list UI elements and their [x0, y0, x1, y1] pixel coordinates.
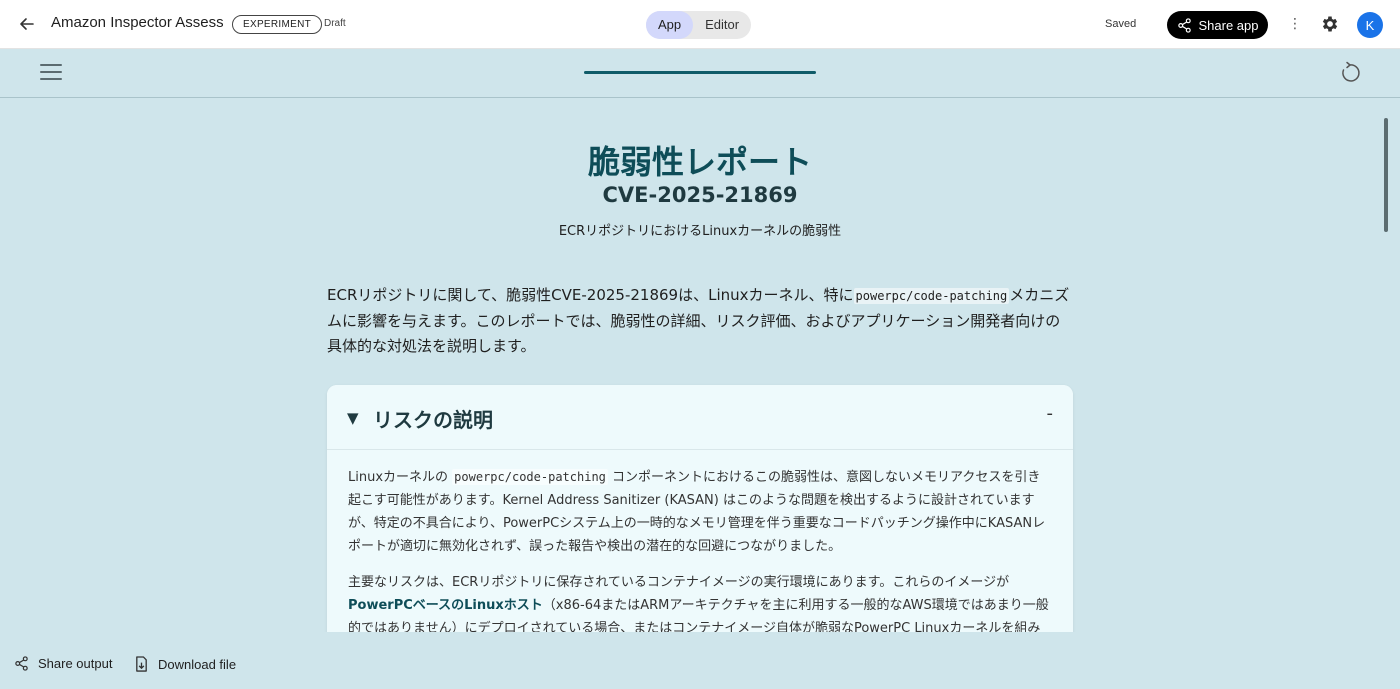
share-app-label: Share app [1198, 17, 1259, 33]
risk-section-header[interactable]: ▼ リスクの説明 - [327, 385, 1073, 450]
app-title: Amazon Inspector Assess [51, 14, 223, 31]
risk-paragraph-1: Linuxカーネルの powerpc/code-patching コンポーネント… [348, 466, 1052, 558]
download-file-icon [136, 656, 147, 672]
view-toggle: App Editor [646, 11, 752, 39]
more-vert-icon[interactable]: ⋮ [1286, 13, 1304, 35]
bottom-bar: Share output Download file [0, 632, 1400, 689]
reload-icon[interactable] [1338, 61, 1362, 85]
risk-p1-code: powerpc/code-patching [452, 469, 608, 485]
report-content[interactable]: 脆弱性レポート CVE-2025-21869 ECRリポジトリにおけるLinux… [0, 99, 1400, 632]
risk-p2-before: 主要なリスクは、ECRリポジトリに保存されているコンテナイメージの実行環境にあり… [348, 575, 1010, 590]
collapse-button[interactable]: - [1047, 403, 1054, 424]
risk-paragraph-2: 主要なリスクは、ECRリポジトリに保存されているコンテナイメージの実行環境にあり… [348, 571, 1052, 632]
tab-editor[interactable]: Editor [693, 11, 751, 39]
intro-paragraph: ECRリポジトリに関して、脆弱性CVE-2025-21869は、Linuxカーネ… [327, 283, 1075, 359]
download-file-label: Download file [158, 656, 237, 672]
share-output-button[interactable]: Share output [14, 656, 112, 671]
app-toolbar [0, 49, 1400, 98]
gear-icon[interactable] [1320, 14, 1340, 34]
tab-app[interactable]: App [646, 11, 694, 39]
draft-status: Draft [324, 18, 346, 29]
experiment-badge: EXPERIMENT [232, 15, 323, 34]
risk-section-body: Linuxカーネルの powerpc/code-patching コンポーネント… [327, 450, 1073, 632]
intro-text-before: ECRリポジトリに関して、脆弱性CVE-2025-21869は、Linuxカーネ… [327, 286, 854, 304]
intro-code: powerpc/code-patching [853, 288, 1010, 304]
page-title: 脆弱性レポート [587, 143, 812, 181]
progress-bar [584, 71, 816, 74]
saved-status: Saved [1105, 18, 1137, 30]
avatar[interactable]: K [1357, 12, 1383, 38]
share-app-button[interactable]: Share app [1167, 11, 1268, 39]
risk-section-title: リスクの説明 [373, 408, 493, 432]
share-output-label: Share output [38, 656, 113, 671]
risk-p2-strong: PowerPCベースのLinuxホスト [348, 598, 543, 613]
top-bar: Amazon Inspector Assess EXPERIMENT Draft… [0, 0, 1400, 49]
report-subtitle: ECRリポジトリにおけるLinuxカーネルの脆弱性 [558, 224, 842, 239]
download-file-button[interactable]: Download file [134, 656, 236, 672]
share-icon [15, 656, 28, 671]
share-icon [1177, 17, 1191, 33]
caret-down-icon: ▼ [347, 409, 359, 427]
risk-section-card: ▼ リスクの説明 - Linuxカーネルの powerpc/code-patch… [327, 385, 1073, 632]
risk-p1-before: Linuxカーネルの [348, 470, 449, 485]
menu-icon[interactable] [40, 64, 62, 82]
back-arrow-icon[interactable] [16, 13, 38, 35]
scrollbar[interactable] [1384, 118, 1388, 232]
cve-id: CVE-2025-21869 [602, 183, 798, 207]
